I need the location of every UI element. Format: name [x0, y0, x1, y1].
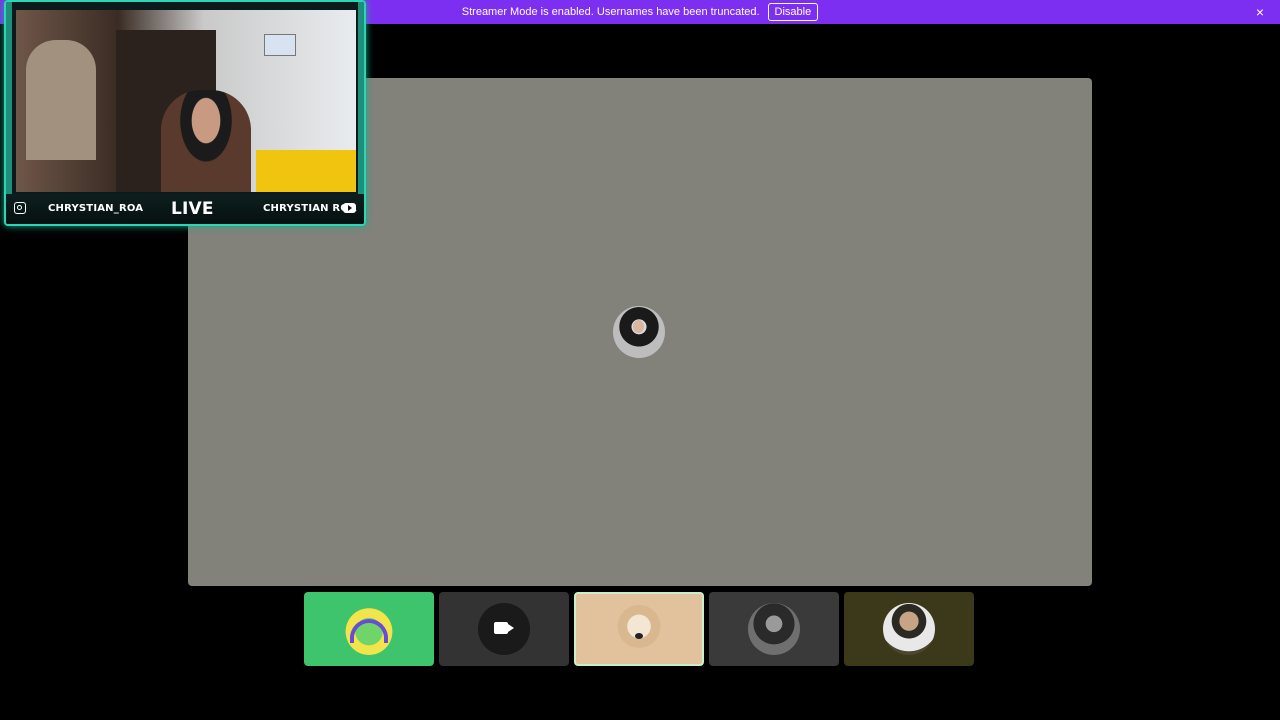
camera-icon — [494, 622, 514, 634]
instagram-handle: CHRYSTIAN_ROA — [48, 203, 144, 214]
room-bed — [256, 150, 356, 192]
room-poster — [264, 34, 296, 56]
participant-avatar — [478, 603, 530, 655]
streamer-person — [161, 90, 251, 192]
frame-right — [358, 2, 364, 224]
participant-tiles — [304, 592, 974, 666]
participant-tile-4[interactable] — [709, 592, 839, 666]
participant-tile-5[interactable] — [844, 592, 974, 666]
banner-message: Streamer Mode is enabled. Usernames have… — [461, 6, 760, 18]
participant-tile-2[interactable] — [439, 592, 569, 666]
instagram-icon — [14, 202, 26, 214]
webcam-overlay: CHRYSTIAN_ROA LIVE CHRYSTIAN ROA — [4, 0, 366, 226]
frame-left — [6, 2, 12, 224]
headset-icon — [350, 619, 388, 643]
headset-avatar-icon — [343, 603, 395, 655]
participant-tile-1[interactable] — [304, 592, 434, 666]
dog-avatar-icon — [613, 603, 665, 655]
speaker-face — [633, 320, 644, 333]
room-door — [26, 40, 96, 160]
participant-avatar — [748, 603, 800, 655]
participant-avatar — [883, 603, 935, 655]
disable-streamer-mode-button[interactable]: Disable — [767, 3, 819, 21]
live-label: LIVE — [171, 199, 214, 219]
participant-tile-3[interactable] — [574, 592, 704, 666]
close-icon[interactable]: × — [1252, 4, 1268, 20]
speaker-avatar[interactable] — [613, 306, 665, 358]
webcam-feed — [16, 10, 356, 192]
youtube-icon — [343, 203, 356, 213]
dog-nose — [635, 633, 643, 639]
webcam-info-bar: CHRYSTIAN_ROA LIVE CHRYSTIAN ROA — [6, 194, 364, 224]
